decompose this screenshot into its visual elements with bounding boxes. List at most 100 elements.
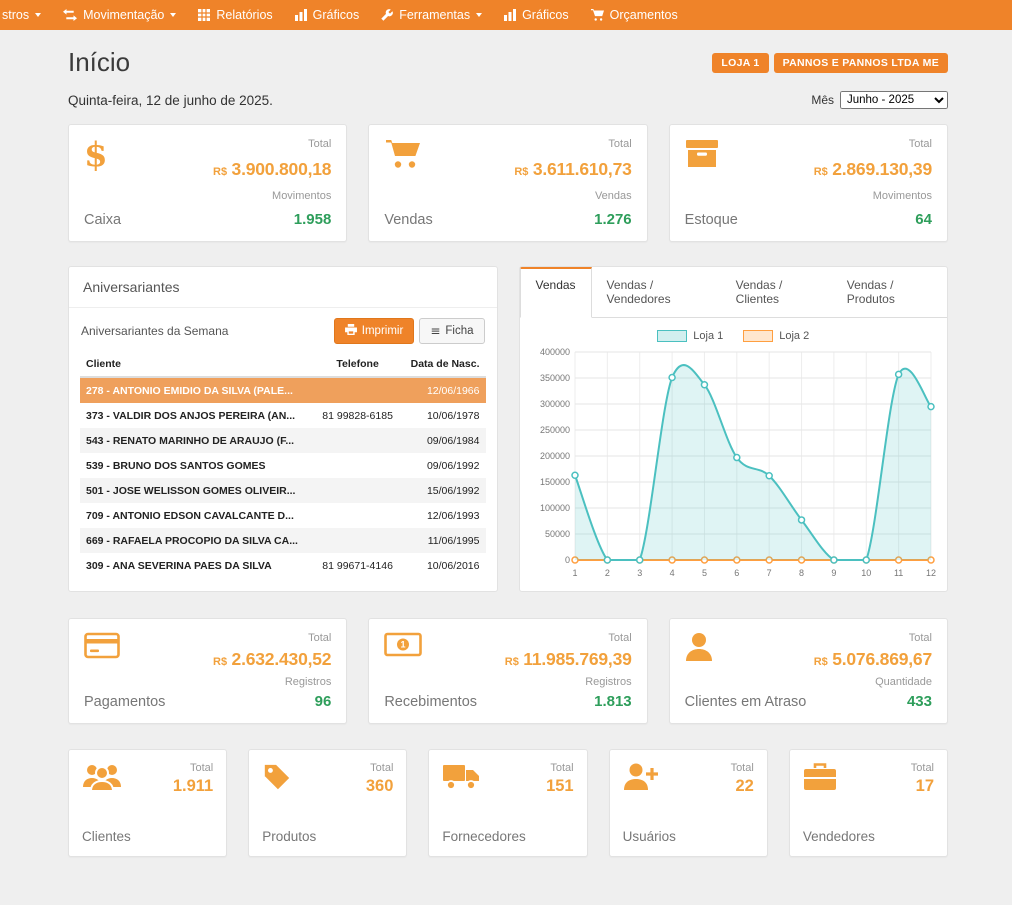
produtos-card: Produtos Total 360 (248, 749, 407, 857)
svg-text:8: 8 (799, 568, 804, 578)
vendedores-card: Vendedores Total 17 (789, 749, 948, 857)
total-label: Total (909, 138, 932, 150)
svg-text:9: 9 (832, 568, 837, 578)
total-label: Total (546, 762, 574, 774)
nav-item-label: Movimentação (83, 8, 164, 22)
table-row[interactable]: 543 - RENATO MARINHO DE ARAUJO (F...09/0… (80, 428, 486, 453)
ficha-button[interactable]: ≡ Ficha (419, 318, 484, 344)
svg-text:12: 12 (926, 568, 936, 578)
panel-title: Aniversariantes (69, 267, 497, 308)
exchange-icon (63, 9, 77, 21)
count-value: 1.276 (594, 211, 632, 228)
tab-vendas[interactable]: Vendas (520, 267, 592, 318)
total-label: Total (308, 138, 331, 150)
count-value: 1.813 (594, 693, 632, 710)
nav-item-label: stros (2, 8, 29, 22)
birthdays-subtitle: Aniversariantes da Semana (81, 324, 228, 338)
svg-text:2: 2 (605, 568, 610, 578)
nav-item-ferramentas[interactable]: Ferramentas (370, 0, 493, 30)
total-label: Total (909, 632, 932, 644)
sales-panel: Vendas Vendas / Vendedores Vendas / Clie… (519, 266, 949, 592)
list-icon: ≡ (430, 325, 440, 337)
nav-item-graficos-1[interactable]: Gráficos (284, 0, 371, 30)
table-row[interactable]: 709 - ANTONIO EDSON CAVALCANTE D...12/06… (80, 503, 486, 528)
top-navbar: stros Movimentação Relatórios Gráficos F… (0, 0, 1012, 30)
column-header-cliente: Cliente (80, 352, 314, 377)
table-row[interactable]: 373 - VALDIR DOS ANJOS PEREIRA (AN...81 … (80, 403, 486, 428)
count-value: 433 (907, 693, 932, 710)
sales-tabs: Vendas Vendas / Vendedores Vendas / Clie… (520, 267, 948, 318)
card-label: Clientes em Atraso (685, 694, 807, 710)
svg-text:100000: 100000 (540, 503, 570, 513)
table-row[interactable]: 309 - ANA SEVERINA PAES DA SILVA81 99671… (80, 553, 486, 578)
total-label: Total (608, 138, 631, 150)
count-label: Quantidade (875, 676, 932, 688)
cart-icon (591, 9, 604, 21)
users-icon (82, 762, 131, 797)
month-select[interactable]: Junho - 2025 (840, 91, 948, 109)
money-bill-icon: 1 (384, 632, 477, 662)
card-label: Pagamentos (84, 694, 165, 710)
svg-text:1: 1 (401, 640, 406, 650)
count-value: 64 (915, 211, 932, 228)
nav-item-relatorios[interactable]: Relatórios (187, 0, 283, 30)
nav-item-cadastros[interactable]: stros (0, 0, 52, 30)
print-button[interactable]: Imprimir (334, 318, 415, 344)
total-value: R$ 3.611.610,73 (514, 159, 631, 180)
svg-text:4: 4 (670, 568, 675, 578)
chevron-down-icon (35, 13, 41, 17)
svg-text:300000: 300000 (540, 399, 570, 409)
count-label: Movimentos (873, 190, 932, 202)
bar-chart-icon (504, 9, 516, 21)
tab-vendas-clientes[interactable]: Vendas / Clientes (721, 267, 832, 317)
table-row[interactable]: 669 - RAFAELA PROCOPIO DA SILVA CA...11/… (80, 528, 486, 553)
column-header-nascimento: Data de Nasc. (401, 352, 486, 377)
bar-chart-icon (295, 9, 307, 21)
total-label: Total (731, 762, 754, 774)
card-label: Caixa (84, 212, 121, 228)
total-label: Total (308, 632, 331, 644)
tab-vendas-vendedores[interactable]: Vendas / Vendedores (592, 267, 721, 317)
truck-icon (442, 762, 525, 796)
svg-text:10: 10 (862, 568, 872, 578)
cart-icon (384, 138, 432, 175)
table-row[interactable]: 501 - JOSE WELISSON GOMES OLIVEIR...15/0… (80, 478, 486, 503)
legend-loja1[interactable]: Loja 1 (657, 330, 723, 342)
svg-text:150000: 150000 (540, 477, 570, 487)
recebimentos-card: 1 Recebimentos Total R$ 11.985.769,39 Re… (368, 618, 647, 724)
svg-text:0: 0 (565, 555, 570, 565)
nav-item-label: Gráficos (522, 8, 569, 22)
estoque-card: Estoque Total R$ 2.869.130,39 Movimentos… (669, 124, 948, 242)
table-icon (198, 9, 210, 21)
table-row[interactable]: 539 - BRUNO DOS SANTOS GOMES09/06/1992 (80, 453, 486, 478)
nav-item-graficos-2[interactable]: Gráficos (493, 0, 580, 30)
nav-item-orcamentos[interactable]: Orçamentos (580, 0, 689, 30)
tab-vendas-produtos[interactable]: Vendas / Produtos (832, 267, 947, 317)
table-row[interactable]: 278 - ANTONIO EMIDIO DA SILVA (PALE...12… (80, 377, 486, 403)
total-value: 360 (366, 777, 394, 796)
nav-item-movimentacao[interactable]: Movimentação (52, 0, 187, 30)
briefcase-icon (803, 762, 875, 797)
vendas-card: Vendas Total R$ 3.611.610,73 Vendas 1.27… (368, 124, 647, 242)
caixa-card: $ Caixa Total R$ 3.900.800,18 Movimentos… (68, 124, 347, 242)
usuarios-card: Usuários Total 22 (609, 749, 768, 857)
clientes-atraso-card: Clientes em Atraso Total R$ 5.076.869,67… (669, 618, 948, 724)
user-plus-icon (623, 762, 676, 797)
card-label: Vendedores (803, 829, 875, 844)
svg-text:350000: 350000 (540, 373, 570, 383)
pagamentos-card: Pagamentos Total R$ 2.632.430,52 Registr… (68, 618, 347, 724)
svg-text:400000: 400000 (540, 347, 570, 357)
box-icon (685, 138, 738, 174)
month-label: Mês (811, 93, 834, 107)
chevron-down-icon (170, 13, 176, 17)
total-label: Total (911, 762, 934, 774)
printer-icon (345, 324, 357, 338)
legend-loja2[interactable]: Loja 2 (743, 330, 809, 342)
sales-line-chart: 1234567891011120500001000001500002000002… (527, 344, 939, 588)
svg-text:3: 3 (637, 568, 642, 578)
count-value: 96 (315, 693, 332, 710)
credit-card-icon (84, 632, 165, 664)
birthdays-table: Cliente Telefone Data de Nasc. 278 - ANT… (80, 352, 486, 578)
card-label: Vendas (384, 212, 432, 228)
store-badge: LOJA 1 (712, 53, 768, 73)
